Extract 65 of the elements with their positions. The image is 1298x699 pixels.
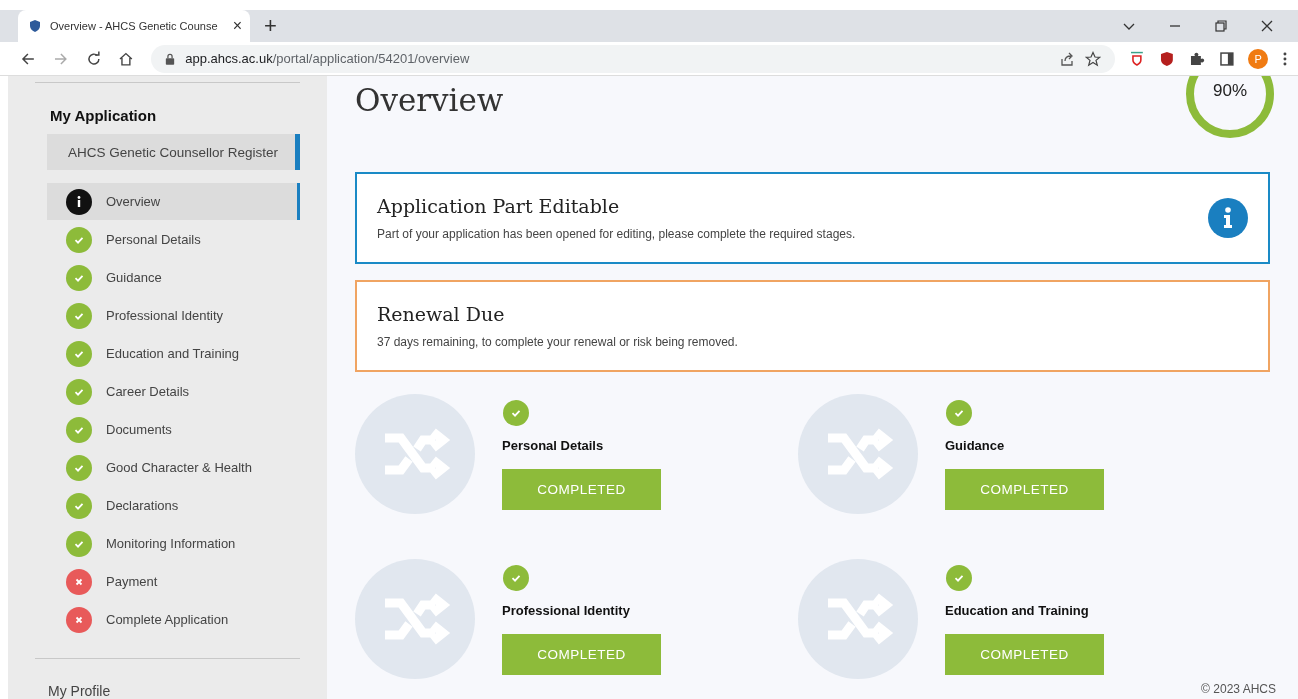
lock-icon [165, 52, 176, 65]
sidebar-item[interactable]: Documents [47, 411, 300, 448]
info-icon [1208, 198, 1248, 238]
sidebar-heading: My Application [50, 107, 158, 124]
progress-ring: 90% [1184, 76, 1276, 140]
check-icon [503, 400, 529, 426]
check-icon [503, 565, 529, 591]
sidebar-item[interactable]: Education and Training [47, 335, 300, 372]
new-tab-button[interactable]: + [264, 13, 277, 39]
extension-icon[interactable] [1129, 50, 1145, 67]
copyright-text: © 2023 AHCS [1201, 682, 1276, 696]
sidebar-item[interactable]: Overview [47, 183, 300, 220]
puzzle-icon[interactable] [1188, 50, 1205, 67]
shuffle-icon [798, 394, 918, 514]
close-tab-button[interactable]: × [232, 17, 242, 35]
check-icon [946, 565, 972, 591]
sidebar-item[interactable]: Career Details [47, 373, 300, 410]
check-icon [66, 378, 92, 405]
check-icon [66, 340, 92, 367]
notice-title: Renewal Due [377, 303, 506, 325]
sidebar-item[interactable]: Guidance [47, 259, 300, 296]
check-icon [66, 492, 92, 519]
info-icon [66, 188, 92, 215]
cross-icon [66, 568, 92, 595]
shield-extension-icon[interactable] [1158, 50, 1175, 67]
shuffle-icon [355, 394, 475, 514]
browser-tab[interactable]: Overview - AHCS Genetic Counse × [18, 10, 250, 42]
more-icon[interactable] [1282, 50, 1288, 67]
stage-title: Education and Training [945, 603, 1090, 618]
notice-title: Application Part Editable [377, 195, 621, 217]
sidebar-item[interactable]: Payment [47, 563, 300, 600]
check-icon [66, 454, 92, 481]
restore-icon[interactable] [1214, 19, 1228, 33]
check-icon [66, 264, 92, 291]
sidebar-item[interactable]: Good Character & Health [47, 449, 300, 486]
my-profile-link[interactable]: My Profile [48, 683, 327, 699]
page-title: Overview [355, 82, 504, 118]
close-icon[interactable] [1260, 19, 1274, 33]
sidebar-item[interactable]: Personal Details [47, 221, 300, 258]
notice-text: 37 days remaining, to complete your renewal or risk being removed. [377, 335, 739, 349]
address-field[interactable]: app.ahcs.ac.uk/portal/application/54201/overview [151, 44, 1116, 73]
cross-icon [66, 606, 92, 633]
check-icon [66, 226, 92, 253]
home-icon[interactable] [118, 50, 135, 67]
sidebar-item[interactable]: Declarations [47, 487, 300, 524]
check-icon [66, 302, 92, 329]
stage-title: Professional Identity [502, 603, 631, 618]
shuffle-icon [798, 559, 918, 679]
side-panel-icon[interactable] [1218, 50, 1235, 67]
reload-icon[interactable] [85, 50, 102, 67]
sidebar-item[interactable]: Monitoring Information [47, 525, 300, 562]
sidebar-item[interactable]: Complete Application [47, 601, 300, 638]
star-icon[interactable] [1085, 50, 1102, 67]
shield-icon [28, 19, 42, 33]
check-icon [66, 530, 92, 557]
check-icon [946, 400, 972, 426]
notice-text: Part of your application has been opened for editing, please complete the required stages. [377, 227, 857, 241]
tab-title: Overview - AHCS Genetic Counse [50, 20, 219, 32]
register-item[interactable]: AHCS Genetic Counsellor Register [47, 134, 300, 170]
check-icon [66, 416, 92, 443]
stage-title: Personal Details [502, 438, 605, 453]
shuffle-icon [355, 559, 475, 679]
stage-title: Guidance [945, 438, 1006, 453]
sidebar-item[interactable]: Professional Identity [47, 297, 300, 334]
share-icon[interactable] [1059, 50, 1076, 67]
